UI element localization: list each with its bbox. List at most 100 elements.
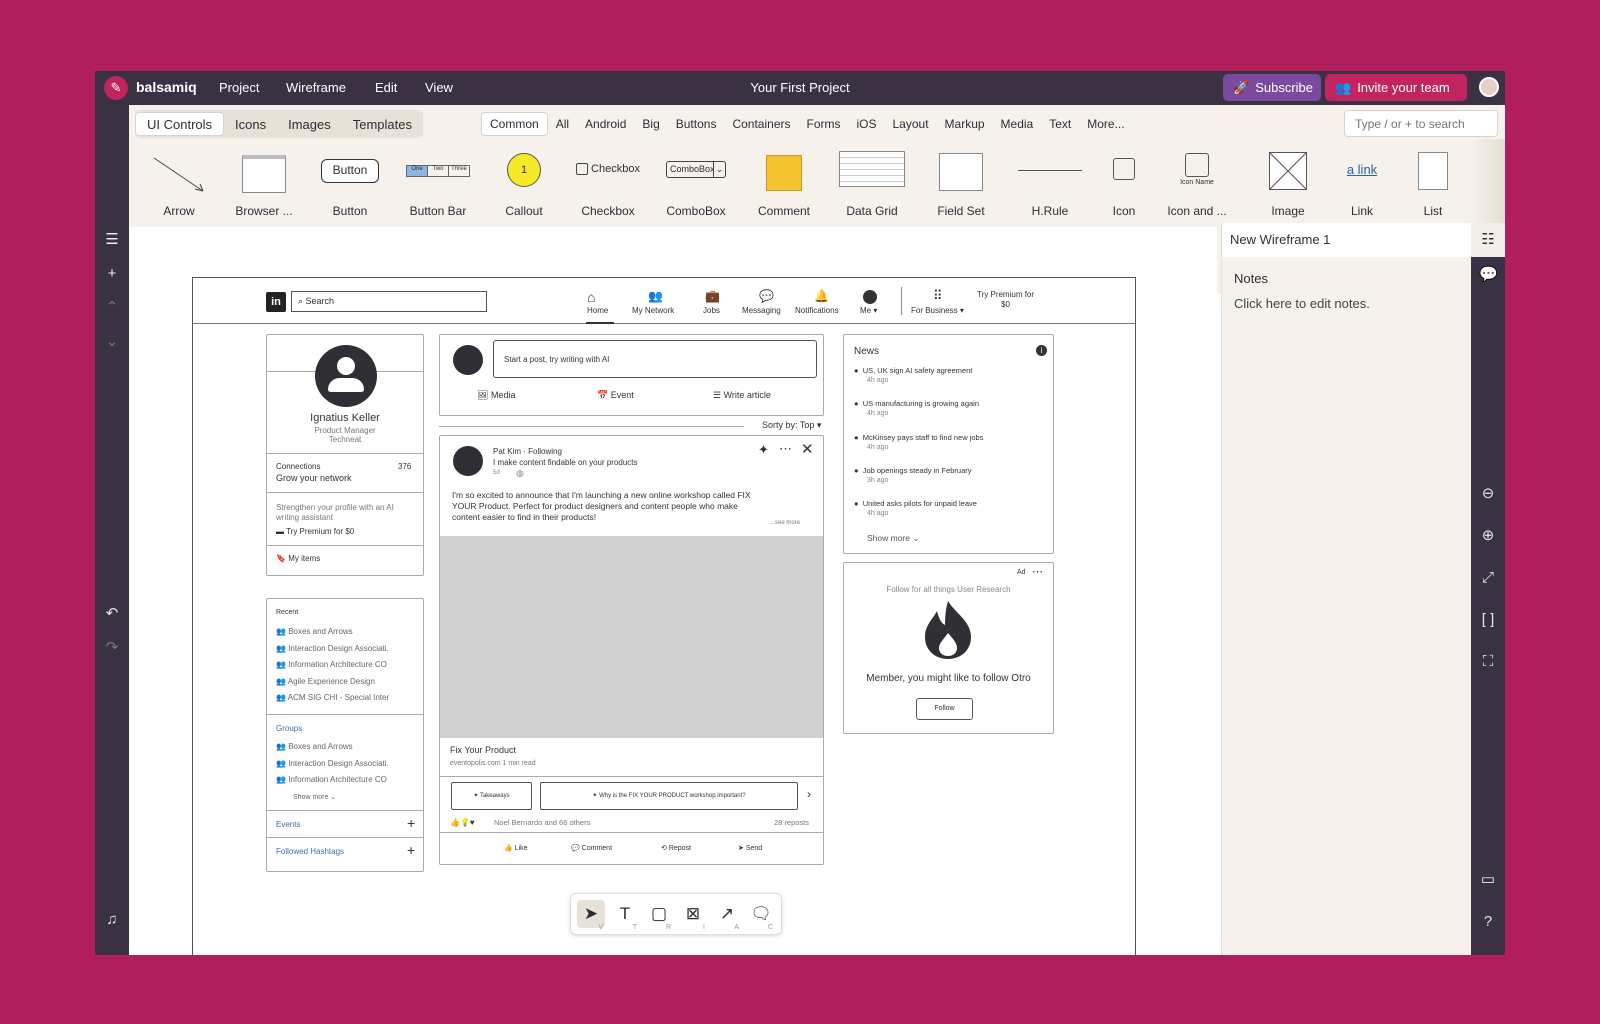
- wf-media-button[interactable]: 🖼 Media: [477, 390, 515, 401]
- control-field-set[interactable]: Field Set: [916, 149, 1006, 227]
- category-media[interactable]: Media: [993, 112, 1042, 136]
- wf-post-author[interactable]: Pat Kim · Following: [493, 447, 562, 456]
- control-data-grid[interactable]: Data Grid: [827, 149, 917, 227]
- control-icon-and-label[interactable]: Icon Name Icon and ...: [1152, 149, 1242, 227]
- wf-news-item[interactable]: ● US, UK sign AI safety agreement: [854, 366, 972, 375]
- undo-icon[interactable]: ↶: [103, 605, 121, 623]
- control-button-bar[interactable]: One Two Three Button Bar: [393, 149, 483, 227]
- control-arrow[interactable]: Arrow: [134, 149, 224, 227]
- tab-templates[interactable]: Templates: [342, 112, 423, 136]
- category-android[interactable]: Android: [577, 112, 634, 136]
- wf-nav-jobs[interactable]: Jobs: [703, 306, 720, 315]
- tab-images[interactable]: Images: [277, 112, 342, 136]
- zoom-out-icon[interactable]: ⊖: [1479, 485, 1497, 503]
- wf-news-item[interactable]: ● United asks pilots for unpaid leave: [854, 499, 977, 508]
- fit-brackets-icon[interactable]: [ ]: [1479, 611, 1497, 629]
- wf-news-item[interactable]: ● Job openings steady in February: [854, 466, 972, 475]
- wf-nav-me[interactable]: Me ▾: [860, 306, 877, 315]
- invite-team-button[interactable]: 👥 Invite your team: [1325, 74, 1467, 101]
- wf-link-title[interactable]: Fix Your Product: [450, 745, 516, 755]
- wf-add-event-icon[interactable]: +: [407, 815, 415, 831]
- wireframes-list-icon[interactable]: ☰: [103, 231, 121, 249]
- wireframe-mockup[interactable]: in ⌕ Search ⌂ Home 👥 My Network 💼 Jobs 💬…: [192, 277, 1136, 955]
- wf-follow-button[interactable]: Follow: [916, 698, 973, 720]
- rectangle-tool-icon[interactable]: ▢ R: [645, 900, 673, 931]
- wf-reposts-count[interactable]: 28 reposts: [774, 818, 809, 827]
- wf-comment-button[interactable]: 💬 Comment: [571, 844, 612, 852]
- image-tool-icon[interactable]: ⊠ I: [679, 900, 707, 931]
- wf-event-button[interactable]: 📅 Event: [597, 390, 634, 401]
- category-containers[interactable]: Containers: [724, 112, 798, 136]
- add-wireframe-icon[interactable]: +: [103, 265, 121, 283]
- control-list[interactable]: List: [1388, 149, 1478, 227]
- wf-try-premium[interactable]: Try Premium for $0: [977, 290, 1034, 310]
- wf-groups-heading[interactable]: Groups: [276, 724, 302, 733]
- info-icon[interactable]: i: [1036, 345, 1047, 356]
- category-text[interactable]: Text: [1041, 112, 1079, 136]
- wf-reactions-summary[interactable]: Noel Bernardo and 66 others: [494, 818, 590, 827]
- wf-news-item[interactable]: ● McKinsey pays staff to find new jobs: [854, 433, 983, 442]
- category-common[interactable]: Common: [481, 112, 548, 136]
- zoom-in-icon[interactable]: ⊕: [1479, 527, 1497, 545]
- category-big[interactable]: Big: [634, 112, 667, 136]
- wf-add-hashtag-icon[interactable]: +: [407, 842, 415, 858]
- menu-wireframe[interactable]: Wireframe: [286, 80, 346, 95]
- arrow-tool-icon[interactable]: ↗ A: [713, 900, 741, 931]
- chevron-right-icon[interactable]: ›: [807, 787, 811, 801]
- wf-send-button[interactable]: ➤ Send: [738, 844, 762, 852]
- control-checkbox[interactable]: Checkbox Checkbox: [563, 149, 653, 227]
- wf-repost-button[interactable]: ⟲ Repost: [661, 844, 691, 852]
- wf-recent-item[interactable]: 👥 ACM SIG CHI - Special Inter: [276, 693, 389, 702]
- presentation-icon[interactable]: ▭: [1479, 871, 1497, 889]
- help-icon[interactable]: ?: [1479, 913, 1497, 931]
- wf-see-more[interactable]: ...see more: [770, 520, 800, 526]
- wf-question-chip[interactable]: ✦ Why is the FIX YOUR PRODUCT workshop i…: [540, 782, 798, 810]
- wf-nav-notifications[interactable]: Notifications: [795, 306, 839, 315]
- wf-like-button[interactable]: 👍 Like: [504, 844, 528, 852]
- wf-nav-messaging[interactable]: Messaging: [742, 306, 781, 315]
- balsamiq-logo-icon[interactable]: ✎: [104, 76, 128, 100]
- fullscreen-icon[interactable]: ⤢: [1479, 569, 1497, 587]
- wf-group-item[interactable]: 👥 Interaction Design Associati.: [276, 759, 389, 768]
- wf-nav-home[interactable]: Home: [587, 306, 608, 315]
- menu-view[interactable]: View: [425, 80, 453, 95]
- control-button[interactable]: Button Button: [305, 149, 395, 227]
- wf-recent-item[interactable]: 👥 Boxes and Arrows: [276, 627, 353, 636]
- chevron-up-icon[interactable]: ⌃: [103, 299, 121, 317]
- wf-takeaways-chip[interactable]: ✦ Takeaways: [451, 782, 532, 810]
- wf-group-item[interactable]: 👥 Information Architecture CO: [276, 775, 387, 784]
- notes-edit-area[interactable]: Click here to edit notes.: [1222, 292, 1471, 315]
- select-tool-icon[interactable]: ➤ V: [577, 900, 605, 931]
- wf-grow-network[interactable]: Grow your network: [276, 473, 352, 483]
- library-search-input[interactable]: [1344, 110, 1498, 137]
- category-all[interactable]: All: [548, 112, 577, 136]
- music-icon[interactable]: ♫: [103, 911, 121, 929]
- menu-project[interactable]: Project: [219, 80, 259, 95]
- comments-icon[interactable]: 💬: [1479, 266, 1498, 284]
- category-more[interactable]: More...: [1079, 112, 1132, 136]
- tab-ui-controls[interactable]: UI Controls: [135, 112, 225, 136]
- category-ios[interactable]: iOS: [848, 112, 884, 136]
- wf-search-input[interactable]: ⌕ Search: [291, 291, 487, 312]
- wf-recent-item[interactable]: 👥 Information Architecture CO: [276, 660, 387, 669]
- text-tool-icon[interactable]: TT: [611, 900, 639, 931]
- wf-nav-network[interactable]: My Network: [632, 306, 674, 315]
- wf-group-item[interactable]: 👥 Boxes and Arrows: [276, 742, 353, 751]
- close-icon[interactable]: ✕: [801, 440, 814, 458]
- wf-events-link[interactable]: Events: [276, 820, 300, 829]
- chevron-down-icon[interactable]: ⌄: [103, 333, 121, 351]
- canvas[interactable]: in ⌕ Search ⌂ Home 👥 My Network 💼 Jobs 💬…: [129, 227, 1217, 955]
- wf-news-item[interactable]: ● US manufacturing is growing again: [854, 399, 979, 408]
- redo-icon[interactable]: ↷: [103, 639, 121, 657]
- menu-edit[interactable]: Edit: [375, 80, 397, 95]
- category-buttons[interactable]: Buttons: [668, 112, 725, 136]
- subscribe-button[interactable]: 🚀 Subscribe: [1223, 74, 1321, 101]
- category-layout[interactable]: Layout: [885, 112, 937, 136]
- focus-frame-icon[interactable]: ⛶: [1479, 653, 1497, 671]
- wf-groups-show-more[interactable]: Show more ⌄: [293, 793, 336, 801]
- sparkle-icon[interactable]: ✦: [758, 442, 769, 458]
- wf-hashtags-link[interactable]: Followed Hashtags: [276, 847, 344, 856]
- wf-my-items[interactable]: 🔖 My items: [276, 554, 320, 563]
- control-comment[interactable]: Comment: [739, 149, 829, 227]
- wf-start-post-input[interactable]: Start a post, try writing with AI: [493, 340, 817, 378]
